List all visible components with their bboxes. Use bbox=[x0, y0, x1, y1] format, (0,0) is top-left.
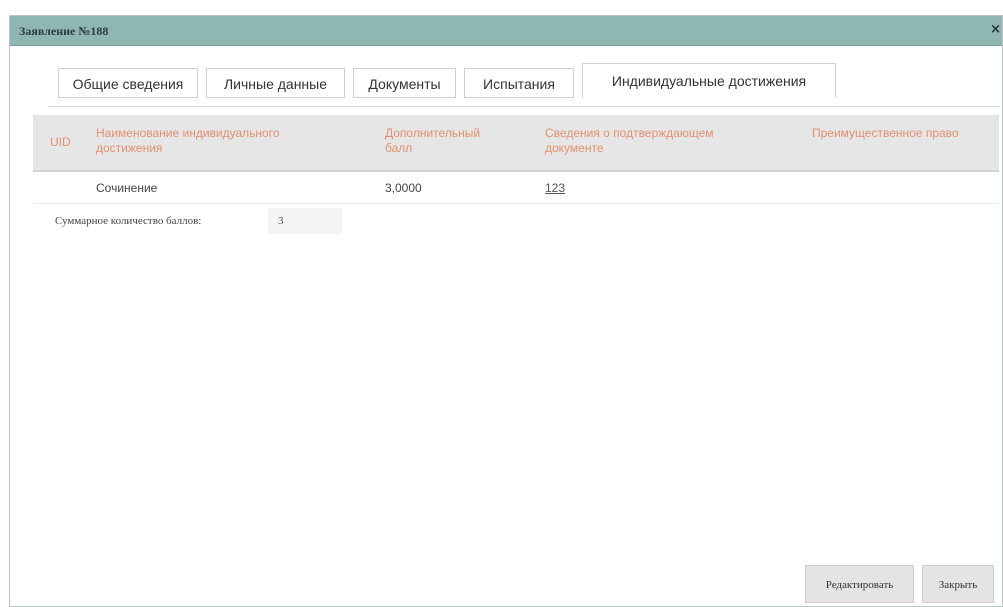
close-icon[interactable]: × bbox=[990, 22, 1001, 37]
tab-personal-data[interactable]: Личные данные bbox=[206, 68, 345, 98]
column-header-uid[interactable]: UID bbox=[50, 135, 71, 150]
document-link[interactable]: 123 bbox=[545, 181, 565, 195]
dialog-title: Заявление №188 bbox=[19, 24, 109, 38]
total-score-label: Суммарное количество баллов: bbox=[55, 215, 202, 227]
tabs-divider bbox=[48, 106, 1000, 107]
tab-general-info[interactable]: Общие сведения bbox=[58, 68, 198, 98]
column-header-document-info[interactable]: Сведения о подтверждающем документе bbox=[545, 126, 765, 156]
total-score-field: 3 bbox=[268, 208, 342, 234]
tab-individual-achievements[interactable]: Индивидуальные достижения bbox=[582, 63, 836, 98]
column-header-achievement-name[interactable]: Наименование индивидуального достижения bbox=[96, 126, 316, 156]
column-header-additional-score[interactable]: Дополнительный балл bbox=[385, 126, 510, 156]
table-header: UID Наименование индивидуального достиже… bbox=[33, 115, 999, 172]
close-button[interactable]: Закрыть bbox=[922, 565, 994, 603]
dialog-titlebar[interactable]: Заявление №188 × bbox=[10, 16, 1002, 46]
tab-tests[interactable]: Испытания bbox=[464, 68, 574, 98]
tab-documents[interactable]: Документы bbox=[353, 68, 456, 98]
column-header-priority-right[interactable]: Преимущественное право bbox=[812, 126, 962, 141]
application-dialog: Заявление №188 × bbox=[9, 15, 1003, 607]
edit-button[interactable]: Редактировать bbox=[805, 565, 914, 603]
cell-additional-score: 3,0000 bbox=[385, 181, 422, 195]
cell-achievement-name: Сочинение bbox=[96, 181, 158, 195]
row-divider bbox=[33, 203, 999, 204]
